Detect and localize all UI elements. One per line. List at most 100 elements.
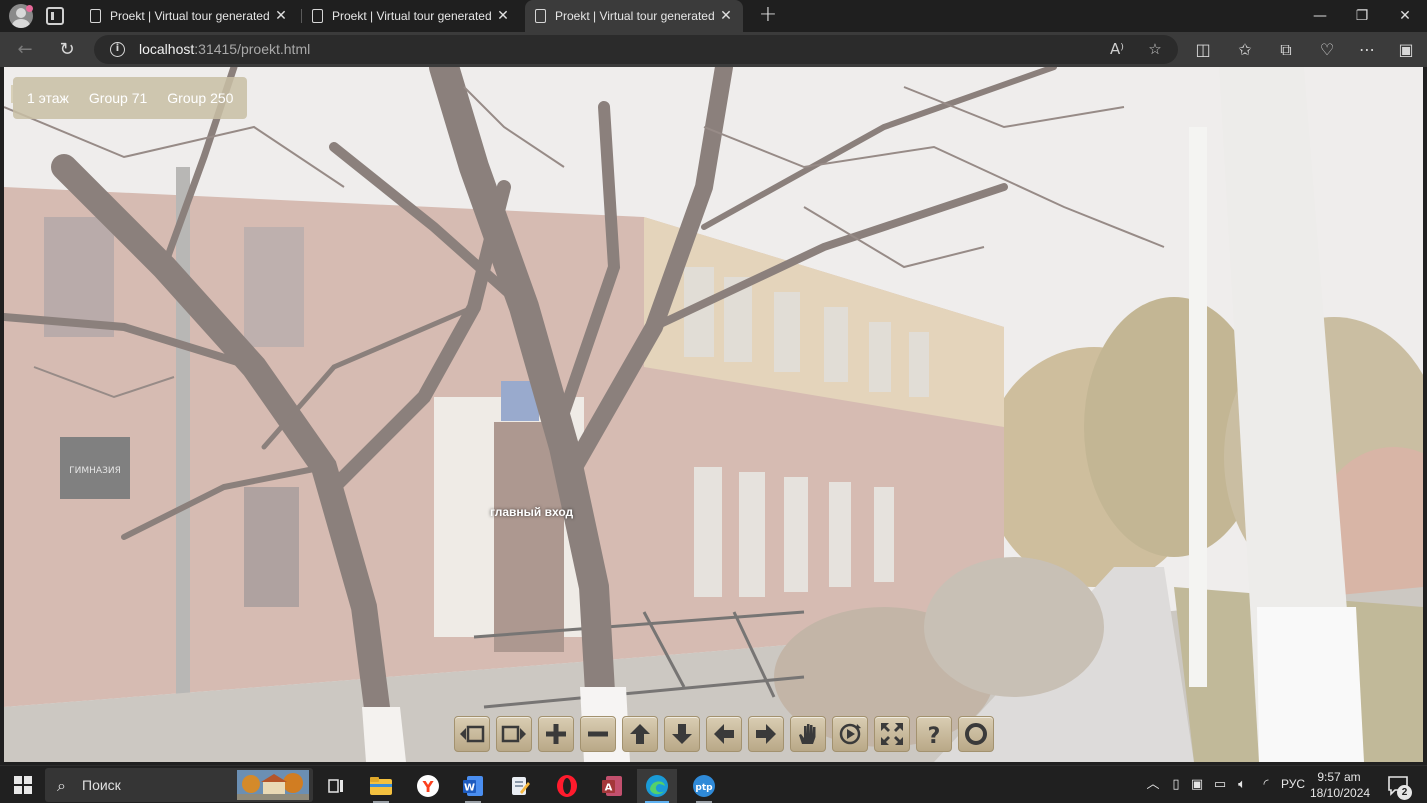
wifi-icon[interactable]: ◜ [1257,776,1275,794]
next-scene-button[interactable] [496,716,532,752]
move-down-button[interactable] [664,716,700,752]
taskbar-search-box[interactable]: ⌕ Поиск [45,768,313,802]
tab-close-icon[interactable]: ✕ [272,6,290,24]
zoom-out-button[interactable] [580,716,616,752]
help-button[interactable]: ? [916,716,952,752]
search-icon: ⌕ [57,776,66,795]
windows-start-icon[interactable] [14,776,32,794]
floor-menu-item-1-etazh[interactable]: 1 этаж [17,77,79,119]
next-scene-icon [501,725,526,743]
split-screen-icon[interactable]: ◫ [1191,38,1215,62]
antivirus-tray-icon[interactable]: ▣ [1188,776,1206,794]
hand-icon [799,724,816,744]
profile-status-dot [26,5,33,12]
arrow-right-icon [756,724,776,744]
tab-actions-icon[interactable] [46,7,64,25]
move-up-button[interactable] [622,716,658,752]
taskbar-yandex-browser[interactable]: Y [408,769,448,803]
page-icon [535,9,546,23]
url-host: localhost [139,41,195,57]
autorotate-icon [839,723,861,745]
tab-title: Proekt | Virtual tour generated by Panot… [332,9,492,23]
clock-date: 18/10/2024 [1310,786,1371,800]
address-bar[interactable]: i localhost:31415/proekt.html A⁾ ☆ [94,35,1178,64]
clock-time: 9:57 am [1317,770,1361,784]
system-clock[interactable]: 9:57 am 18/10/2024 [1310,769,1371,801]
opera-icon [557,775,577,797]
browser-tab-3-active[interactable]: Proekt | Virtual tour generated by Panot… [525,0,743,32]
taskbar-panotour[interactable]: ptp [684,769,724,803]
new-tab-button[interactable]: + [757,4,779,26]
floor-menu-item-group-71[interactable]: Group 71 [79,77,157,119]
prev-scene-button[interactable] [454,716,490,752]
reset-view-button[interactable] [958,716,994,752]
search-highlight-image [237,770,309,800]
favorites-icon[interactable]: ✩ [1233,38,1257,62]
taskbar-opera[interactable] [547,769,587,803]
taskbar-file-explorer[interactable] [361,769,401,803]
svg-text:ptp: ptp [695,783,713,793]
minimize-button[interactable]: — [1298,0,1342,32]
volume-icon[interactable]: 🔈︎ [1233,776,1251,794]
read-aloud-icon[interactable]: A⁾ [1106,38,1128,60]
autorotate-button[interactable] [832,716,868,752]
taskbar-word[interactable]: W [453,769,493,803]
favorite-star-icon[interactable]: ☆ [1144,38,1166,60]
zoom-in-button[interactable] [538,716,574,752]
task-view-icon [328,779,343,793]
browser-tab-1[interactable]: Proekt | Virtual tour generated by Panot… [80,0,298,32]
folder-icon [370,777,392,795]
site-info-icon[interactable]: i [110,42,125,57]
fullscreen-button[interactable] [874,716,910,752]
panotour-icon: ptp [693,775,715,797]
arrow-left-icon [714,724,734,744]
viewer-haze-overlay [4,67,1423,762]
floor-menu-item-group-250[interactable]: Group 250 [157,77,243,119]
minus-icon [588,731,608,737]
taskbar-notepad-app[interactable] [500,769,540,803]
browser-tab-2[interactable]: Proekt | Virtual tour generated by Panot… [302,0,520,32]
back-arrow-icon[interactable]: ← [12,37,38,63]
edge-icon [646,775,668,797]
arrow-down-icon [672,724,692,744]
sidebar-toggle-icon[interactable]: ▣ [1394,38,1418,62]
search-placeholder: Поиск [82,777,121,793]
battery-icon[interactable]: ▭ [1211,776,1229,794]
move-right-button[interactable] [748,716,784,752]
collections-icon[interactable]: ⧉ [1274,38,1298,62]
url-path: :31415/proekt.html [194,41,311,57]
tab-close-icon[interactable]: ✕ [494,6,512,24]
svg-text:Y: Y [422,778,435,796]
browser-toolbar: ← ↻ i localhost:31415/proekt.html A⁾ ☆ ◫… [0,32,1427,67]
page-icon [312,9,323,23]
notepad-icon [512,777,530,795]
arrow-up-icon [630,724,650,744]
refresh-icon[interactable]: ↻ [54,37,80,63]
fullscreen-icon [881,723,903,745]
move-left-button[interactable] [706,716,742,752]
more-menu-icon[interactable]: ⋯ [1355,38,1379,62]
main-entrance-hotspot[interactable]: главный вход [490,505,573,519]
tab-close-icon[interactable]: ✕ [717,6,735,24]
task-view-button[interactable] [316,769,356,803]
notification-count-badge: 2 [1397,785,1412,800]
floor-menu: 1 этаж Group 71 Group 250 [10,77,248,119]
tour-control-bar: ? [454,716,994,752]
taskbar-access-app[interactable]: A [592,769,632,803]
browser-essentials-icon[interactable]: ♡ [1315,38,1339,62]
phone-link-icon[interactable]: ▯ [1167,776,1185,794]
show-hidden-icons-chevron-icon[interactable]: ︿ [1144,776,1162,794]
close-window-button[interactable]: ✕ [1383,0,1427,32]
windows-taskbar: ⌕ Поиск Y W A ptp ︿ ▯ ▣ ▭ 🔈︎ ◜ РУС 9:57 … [0,765,1427,803]
tab-title: Proekt | Virtual tour generated by Panot… [110,9,270,23]
tab-title: Proekt | Virtual tour generated by Panot… [555,9,715,23]
maximize-button[interactable]: ❐ [1340,0,1384,32]
input-language[interactable]: РУС [1281,777,1305,791]
svg-text:?: ? [928,724,941,746]
drag-mode-button[interactable] [790,716,826,752]
browser-title-bar: Proekt | Virtual tour generated by Panot… [0,0,1427,32]
panorama-viewer[interactable]: ГИМНАЗИЯ 1 этаж Group 71 Group 250 главн… [4,67,1423,762]
prev-scene-icon [460,725,485,743]
url-text[interactable]: localhost:31415/proekt.html [139,41,310,57]
taskbar-edge-active[interactable] [637,769,677,803]
